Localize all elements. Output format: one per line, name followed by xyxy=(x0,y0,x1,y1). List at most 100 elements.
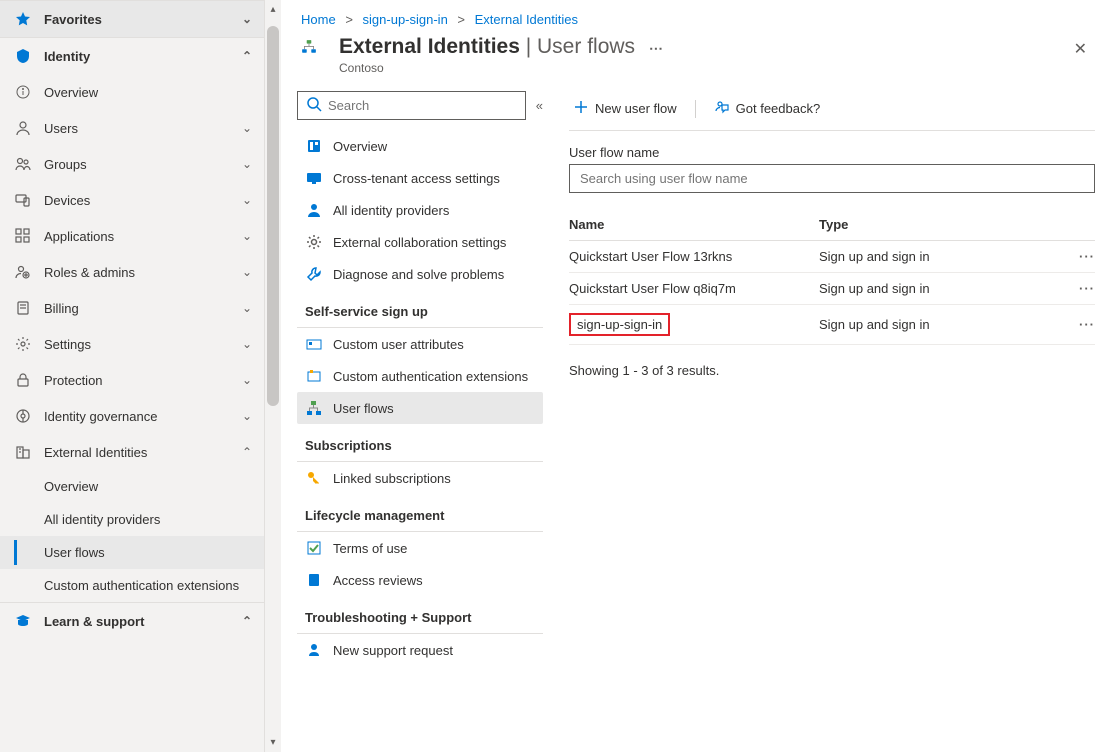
nav-label: New support request xyxy=(333,643,453,658)
nav-label: Custom user attributes xyxy=(333,337,464,352)
sidebar-item-label: Applications xyxy=(44,229,242,244)
user-flows-icon xyxy=(301,39,329,67)
nav-user-flows[interactable]: User flows xyxy=(297,392,543,424)
check-doc-icon xyxy=(305,539,323,557)
feedback-button[interactable]: Got feedback? xyxy=(710,97,825,120)
nav-collab-settings[interactable]: External collaboration settings xyxy=(297,226,543,258)
collapse-menu-icon[interactable]: « xyxy=(536,98,543,113)
sidebar-item-label: Users xyxy=(44,121,242,136)
lock-icon xyxy=(14,371,32,389)
sidebar-subitem-auth-ext[interactable]: Custom authentication extensions xyxy=(0,569,264,602)
chevron-down-icon: ⌄ xyxy=(242,265,252,279)
scroll-up-icon[interactable]: ▴ xyxy=(265,4,281,15)
nav-linked-subs[interactable]: Linked subscriptions xyxy=(297,462,543,494)
content-pane: New user flow Got feedback? User flow na… xyxy=(549,87,1115,752)
more-icon[interactable]: ⋯ xyxy=(649,40,663,56)
row-name: Quickstart User Flow 13rkns xyxy=(569,249,819,264)
title-strong: External Identities xyxy=(339,35,520,58)
nav-access-reviews[interactable]: Access reviews xyxy=(297,564,543,596)
scroll-down-icon[interactable]: ▾ xyxy=(265,737,281,748)
nav-cross-tenant[interactable]: Cross-tenant access settings xyxy=(297,162,543,194)
sidebar-item-label: Overview xyxy=(44,479,252,494)
sidebar-item-applications[interactable]: Applications ⌄ xyxy=(0,218,264,254)
new-user-flow-button[interactable]: New user flow xyxy=(569,97,681,120)
field-label: User flow name xyxy=(569,145,1095,160)
sidebar-item-label: Custom authentication extensions xyxy=(44,578,252,593)
sidebar-item-devices[interactable]: Devices ⌄ xyxy=(0,182,264,218)
feedback-icon xyxy=(714,99,730,118)
table-row[interactable]: sign-up-sign-in Sign up and sign in ··· xyxy=(569,305,1095,345)
nav-section-subs: Subscriptions xyxy=(297,424,543,459)
sidebar-item-label: Overview xyxy=(44,85,252,100)
row-actions-icon[interactable]: ··· xyxy=(1055,317,1095,332)
breadcrumb-separator: > xyxy=(457,12,465,27)
person-badge-icon xyxy=(305,201,323,219)
sidebar-item-governance[interactable]: Identity governance ⌄ xyxy=(0,398,264,434)
breadcrumb-item[interactable]: External Identities xyxy=(475,12,578,27)
breadcrumb-item[interactable]: Home xyxy=(301,12,336,27)
sidebar-subitem-user-flows[interactable]: User flows xyxy=(0,536,264,569)
nav-label: Diagnose and solve problems xyxy=(333,267,504,282)
sidebar-item-groups[interactable]: Groups ⌄ xyxy=(0,146,264,182)
nav-overview[interactable]: Overview xyxy=(297,130,543,162)
sidebar-subitem-overview[interactable]: Overview xyxy=(0,470,264,503)
sidebar-identity-label: Identity xyxy=(44,49,242,64)
chevron-up-icon: ⌃ xyxy=(242,614,252,628)
devices-icon xyxy=(14,191,32,209)
sidebar-item-billing[interactable]: Billing ⌄ xyxy=(0,290,264,326)
sidebar-learn-label: Learn & support xyxy=(44,614,242,629)
sidebar-learn[interactable]: Learn & support ⌃ xyxy=(0,602,264,639)
chevron-down-icon: ⌄ xyxy=(242,301,252,315)
search-icon xyxy=(306,96,322,115)
sidebar-item-overview[interactable]: Overview xyxy=(0,74,264,110)
learn-icon xyxy=(14,612,32,630)
user-flow-search-input[interactable] xyxy=(569,164,1095,193)
governance-icon xyxy=(14,407,32,425)
sidebar-item-protection[interactable]: Protection ⌄ xyxy=(0,362,264,398)
search-box[interactable] xyxy=(297,91,526,120)
column-header-type[interactable]: Type xyxy=(819,217,1055,232)
close-button[interactable]: ✕ xyxy=(1066,35,1095,63)
table-row[interactable]: Quickstart User Flow q8iq7m Sign up and … xyxy=(569,273,1095,305)
chevron-up-icon: ⌃ xyxy=(242,445,252,459)
column-header-name[interactable]: Name xyxy=(569,217,819,232)
breadcrumb: Home > sign-up-sign-in > External Identi… xyxy=(281,0,1115,35)
breadcrumb-item[interactable]: sign-up-sign-in xyxy=(363,12,448,27)
chevron-down-icon: ⌄ xyxy=(242,337,252,351)
nav-section-selfservice: Self-service sign up xyxy=(297,290,543,325)
nav-custom-attributes[interactable]: Custom user attributes xyxy=(297,328,543,360)
nav-label: Custom authentication extensions xyxy=(333,369,528,384)
sidebar-scrollbar[interactable]: ▴ ▾ xyxy=(265,0,281,752)
sidebar-subitem-providers[interactable]: All identity providers xyxy=(0,503,264,536)
sidebar-favorites[interactable]: Favorites ⌄ xyxy=(0,0,264,37)
row-actions-icon[interactable]: ··· xyxy=(1055,281,1095,296)
screen-icon xyxy=(305,169,323,187)
nav-all-providers[interactable]: All identity providers xyxy=(297,194,543,226)
sidebar-favorites-label: Favorites xyxy=(44,12,242,27)
book-icon xyxy=(305,571,323,589)
breadcrumb-separator: > xyxy=(345,12,353,27)
gear-icon xyxy=(14,335,32,353)
toolbar: New user flow Got feedback? xyxy=(569,91,1095,131)
sidebar-identity[interactable]: Identity ⌃ xyxy=(0,37,264,74)
row-type: Sign up and sign in xyxy=(819,317,1055,332)
scrollbar-thumb[interactable] xyxy=(267,26,279,406)
sidebar-item-users[interactable]: Users ⌄ xyxy=(0,110,264,146)
nav-section-trouble: Troubleshooting + Support xyxy=(297,596,543,631)
row-actions-icon[interactable]: ··· xyxy=(1055,249,1095,264)
nav-custom-auth-ext[interactable]: Custom authentication extensions xyxy=(297,360,543,392)
nav-label: Cross-tenant access settings xyxy=(333,171,500,186)
sidebar-item-label: Roles & admins xyxy=(44,265,242,280)
sidebar-item-roles[interactable]: Roles & admins ⌄ xyxy=(0,254,264,290)
person-icon xyxy=(14,119,32,137)
nav-terms-of-use[interactable]: Terms of use xyxy=(297,532,543,564)
nav-support-request[interactable]: New support request xyxy=(297,634,543,666)
sidebar-item-settings[interactable]: Settings ⌄ xyxy=(0,326,264,362)
sidebar-item-label: User flows xyxy=(44,545,252,560)
wrench-icon xyxy=(305,265,323,283)
row-type: Sign up and sign in xyxy=(819,249,1055,264)
nav-diagnose[interactable]: Diagnose and solve problems xyxy=(297,258,543,290)
sidebar-item-external-identities[interactable]: External Identities ⌃ xyxy=(0,434,264,470)
table-row[interactable]: Quickstart User Flow 13rkns Sign up and … xyxy=(569,241,1095,273)
search-input[interactable] xyxy=(328,98,517,113)
